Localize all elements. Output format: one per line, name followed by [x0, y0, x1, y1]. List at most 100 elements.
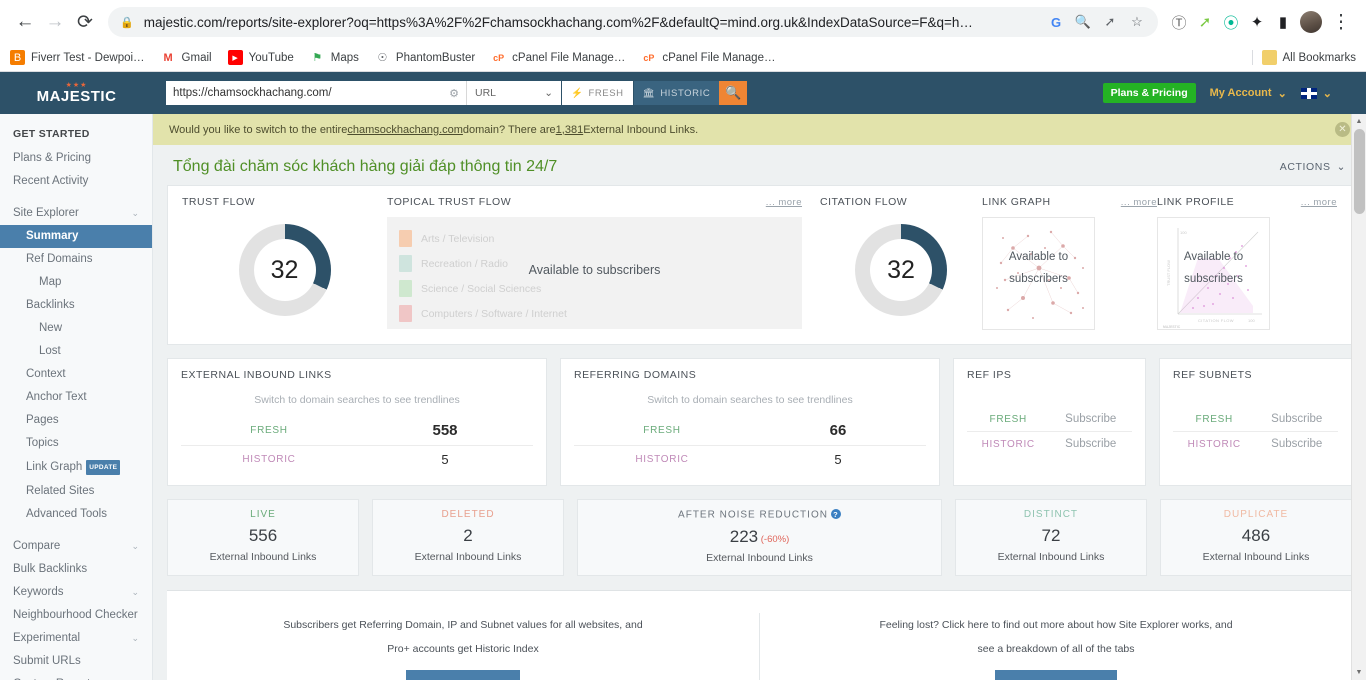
google-g-icon[interactable]: G — [1047, 15, 1065, 30]
sidebar-item-ref-domains[interactable]: Ref Domains — [0, 248, 152, 271]
bookmark-item[interactable]: ⚑ Maps — [310, 50, 359, 65]
topical-more-link[interactable]: ... more — [766, 197, 802, 208]
sidebar-item-lost[interactable]: Lost — [0, 340, 152, 363]
browser-menu-icon[interactable]: ⋮ — [1326, 7, 1356, 37]
sidebar-item-submit-urls[interactable]: Submit URLs — [0, 650, 152, 673]
sidebar-item-label: Map — [39, 276, 62, 288]
footer-left-line2: Pro+ accounts get Historic Index — [387, 642, 539, 655]
sidebar-item-label: Plans & Pricing — [13, 152, 91, 164]
bookmark-label: PhantomBuster — [395, 51, 476, 64]
sidebar-item-label: Backlinks — [26, 299, 75, 311]
sidebar-item-bulk-backlinks[interactable]: Bulk Backlinks — [0, 558, 152, 581]
search-field-wrap[interactable]: ⚙ — [166, 81, 466, 105]
sidebar-item-new[interactable]: New — [0, 317, 152, 340]
footer-more-information-button[interactable]: More Information — [995, 669, 1117, 680]
notice-domain-link[interactable]: chamsockhachang.com — [347, 124, 463, 136]
row-label: HISTORIC — [981, 438, 1035, 450]
scroll-down-icon[interactable]: ▼ — [1352, 665, 1366, 680]
sidebar-item-pages[interactable]: Pages — [0, 409, 152, 432]
close-icon[interactable]: ✕ — [1335, 122, 1350, 137]
search-button[interactable]: 🔍 — [719, 81, 748, 105]
bookmark-item[interactable]: cP cPanel File Manage… — [641, 50, 775, 65]
external-inbound-links-subtitle: Switch to domain searches to see trendli… — [254, 394, 460, 406]
bookmark-item[interactable]: B Fiverr Test - Dewpoi… — [10, 50, 145, 65]
tab-fresh[interactable]: ⚡ FRESH — [561, 81, 633, 105]
link-graph-more-link[interactable]: ... more — [1121, 197, 1157, 208]
bookmark-label: Maps — [330, 51, 359, 64]
help-icon[interactable]: ? — [830, 509, 841, 519]
tab-historic[interactable]: 🏛 HISTORIC — [632, 81, 720, 105]
link-graph-thumbnail[interactable]: Available to subscribers — [982, 217, 1095, 330]
sidebar-item-topics[interactable]: Topics — [0, 432, 152, 455]
link-profile-thumbnail[interactable]: 100 100 CITATION FLOW TRUST FLOW MAJESTI… — [1157, 217, 1270, 330]
back-icon[interactable]: ← — [10, 7, 40, 37]
reload-icon[interactable]: ⟳ — [70, 7, 100, 37]
all-bookmarks-button[interactable]: All Bookmarks — [1261, 50, 1357, 65]
search-icon[interactable]: 🔍 — [1074, 14, 1092, 30]
topic-label: Computers / Software / Internet — [421, 307, 567, 320]
avatar[interactable] — [1300, 11, 1322, 33]
sidebar-item-context[interactable]: Context — [0, 363, 152, 386]
scrollbar-thumb[interactable] — [1354, 129, 1365, 214]
bookmark-item[interactable]: ▶ YouTube — [227, 50, 294, 65]
actions-menu[interactable]: ACTIONS ⌄ — [1280, 161, 1346, 173]
topic-label: Science / Social Sciences — [421, 282, 542, 295]
sidebar-item-label: Site Explorer — [13, 207, 79, 219]
arrow-extension-icon[interactable]: ➚ — [1192, 9, 1218, 35]
wordpress-icon[interactable]: Ⓣ — [1166, 9, 1192, 35]
majestic-logo[interactable]: ★★★ MAJESTIC — [0, 82, 153, 104]
sidebar-item-keywords[interactable]: Keywords ⌄ — [0, 581, 152, 604]
sidebar-item-recent-activity[interactable]: Recent Activity — [0, 170, 152, 193]
search-input[interactable] — [173, 87, 450, 99]
topic-color-swatch — [399, 280, 412, 297]
sidebar-item-label: Anchor Text — [26, 391, 87, 403]
sidebar-item-advanced-tools[interactable]: Advanced Tools — [0, 503, 152, 526]
all-bookmarks-label: All Bookmarks — [1282, 51, 1357, 64]
sidebar-item-related-sites[interactable]: Related Sites — [0, 480, 152, 503]
sidebar-item-experimental[interactable]: Experimental ⌄ — [0, 627, 152, 650]
row-value[interactable]: Subscribe — [1256, 438, 1339, 450]
sidebar-item-label: Context — [26, 368, 66, 380]
footer-plans-pricing-button[interactable]: Plans & Pricing — [406, 669, 520, 680]
sidebar-item-backlinks[interactable]: Backlinks — [0, 294, 152, 317]
forward-icon[interactable]: → — [40, 7, 70, 37]
bookmark-item[interactable]: cP cPanel File Manage… — [491, 50, 625, 65]
sidebar-item-compare[interactable]: Compare ⌄ — [0, 535, 152, 558]
trust-flow-block: TRUST FLOW 32 — [182, 196, 387, 330]
gear-icon[interactable]: ⚙ — [449, 87, 459, 100]
my-account-menu[interactable]: My Account ⌄ — [1210, 87, 1287, 100]
link-profile-more-link[interactable]: ... more — [1301, 197, 1337, 208]
sidebar-item-summary[interactable]: Summary — [0, 225, 152, 248]
language-selector[interactable]: ⌄ — [1300, 87, 1332, 100]
row-value: 5 — [834, 452, 842, 467]
sidebar-item-anchor-text[interactable]: Anchor Text — [0, 386, 152, 409]
sidebar-item-custom-reports[interactable]: Custom Reports — [0, 673, 152, 680]
scroll-up-icon[interactable]: ▲ — [1352, 114, 1366, 129]
sidebar-item-plans-pricing[interactable]: Plans & Pricing — [0, 147, 152, 170]
link-graph-overlay-line1: Available to — [1008, 251, 1069, 263]
sidebar-item-site-explorer[interactable]: Site Explorer ⌄ — [0, 202, 152, 225]
scope-select[interactable]: URL ⌄ — [466, 81, 561, 105]
row-value[interactable]: Subscribe — [1256, 413, 1339, 425]
sidebar-item-map[interactable]: Map — [0, 271, 152, 294]
lock-icon: 🔒 — [120, 16, 134, 29]
row-value[interactable]: Subscribe — [1050, 413, 1133, 425]
share-icon[interactable]: ➚ — [1101, 14, 1119, 30]
bookmark-item[interactable]: M Gmail — [161, 50, 211, 65]
plans-pricing-button[interactable]: Plans & Pricing — [1102, 83, 1196, 103]
address-bar[interactable]: 🔒 majestic.com/reports/site-explorer?oq=… — [108, 7, 1158, 37]
stat-label: LIVE — [250, 509, 276, 520]
notice-count-link[interactable]: 1,381 — [556, 124, 584, 136]
sidebar-item-link-graph[interactable]: Link Graph UPDATE — [0, 455, 152, 480]
browser-toolbar: ← → ⟳ 🔒 majestic.com/reports/site-explor… — [0, 0, 1366, 44]
bookmark-item[interactable]: ☉ PhantomBuster — [375, 50, 475, 65]
sidebar-item-neighbourhood-checker[interactable]: Neighbourhood Checker — [0, 604, 152, 627]
nordvpn-icon[interactable]: ⦿ — [1218, 9, 1244, 35]
footer-left: Subscribers get Referring Domain, IP and… — [167, 613, 759, 680]
row-value[interactable]: Subscribe — [1050, 438, 1133, 450]
sidepanel-icon[interactable]: ▮ — [1270, 9, 1296, 35]
vertical-scrollbar[interactable]: ▲ ▼ — [1351, 114, 1366, 680]
bookmark-star-icon[interactable]: ☆ — [1128, 14, 1146, 30]
puzzle-extension-icon[interactable]: ✦ — [1244, 9, 1270, 35]
